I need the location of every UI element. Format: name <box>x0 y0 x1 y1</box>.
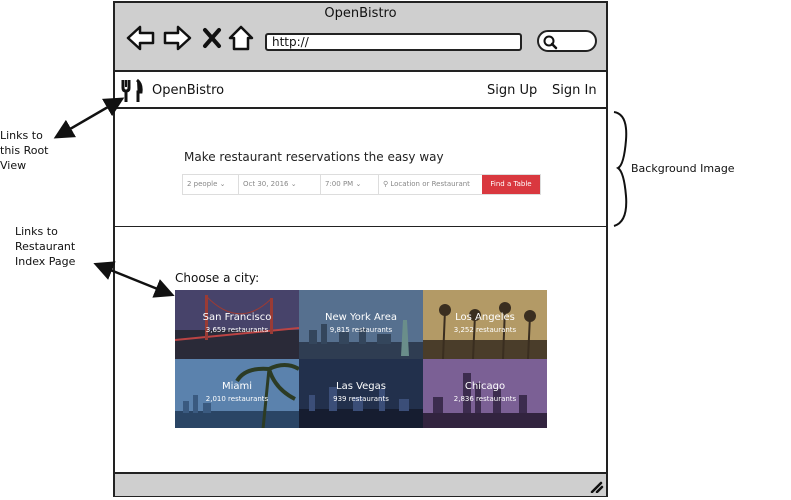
annotation-arrows <box>53 97 628 298</box>
